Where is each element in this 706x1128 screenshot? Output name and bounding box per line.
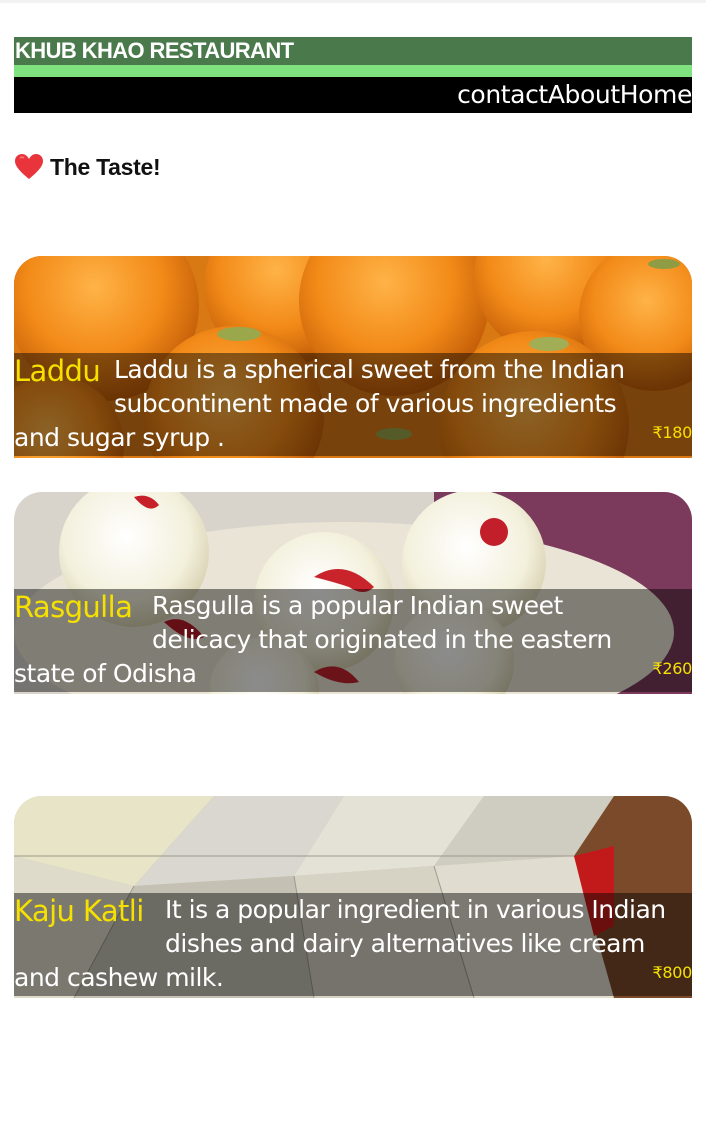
navbar: contactAboutHome xyxy=(14,77,692,113)
menu-card-laddu[interactable]: Laddu Laddu is a spherical sweet from th… xyxy=(14,256,692,458)
nav-link-home[interactable]: Home xyxy=(620,77,692,113)
item-price: ₹180 xyxy=(652,423,692,442)
item-price: ₹800 xyxy=(652,963,692,982)
item-description-line3: and cashew milk. xyxy=(14,963,224,992)
item-description-line2: dishes and dairy alternatives like cream xyxy=(165,929,645,958)
laddu-info-panel: Laddu Laddu is a spherical sweet from th… xyxy=(14,353,692,456)
item-description-line2: delicacy that originated in the eastern xyxy=(152,625,612,654)
item-price: ₹260 xyxy=(652,659,692,678)
item-description-line3: state of Odisha xyxy=(14,659,197,688)
item-description-line2: subcontinent made of various ingredients xyxy=(114,389,617,418)
item-description-line1: Rasgulla is a popular Indian sweet xyxy=(152,591,563,620)
tagline-text: The Taste! xyxy=(50,153,161,180)
item-name: Kaju Katli xyxy=(14,894,144,928)
item-description-line1: Laddu is a spherical sweet from the Indi… xyxy=(114,355,625,384)
nav-link-contact[interactable]: contact xyxy=(457,77,548,113)
top-strip xyxy=(0,0,706,3)
item-description-line1: It is a popular ingredient in various In… xyxy=(165,895,666,924)
restaurant-title: KHUB KHAO RESTAURANT xyxy=(14,37,692,65)
rasgulla-info-panel: Rasgulla Rasgulla is a popular Indian sw… xyxy=(14,589,692,692)
item-description-line3: and sugar syrup . xyxy=(14,423,225,452)
heart-icon xyxy=(14,153,44,181)
item-name: Rasgulla xyxy=(14,590,133,624)
kaju-katli-info-panel: Kaju Katli It is a popular ingredient in… xyxy=(14,893,692,996)
item-name: Laddu xyxy=(14,354,101,388)
tagline: The Taste! xyxy=(14,150,161,184)
menu-card-rasgulla[interactable]: Rasgulla Rasgulla is a popular Indian sw… xyxy=(14,492,692,694)
header-accent-line xyxy=(14,65,692,77)
nav-link-about[interactable]: About xyxy=(548,77,620,113)
menu-card-kaju-katli[interactable]: Kaju Katli It is a popular ingredient in… xyxy=(14,796,692,998)
